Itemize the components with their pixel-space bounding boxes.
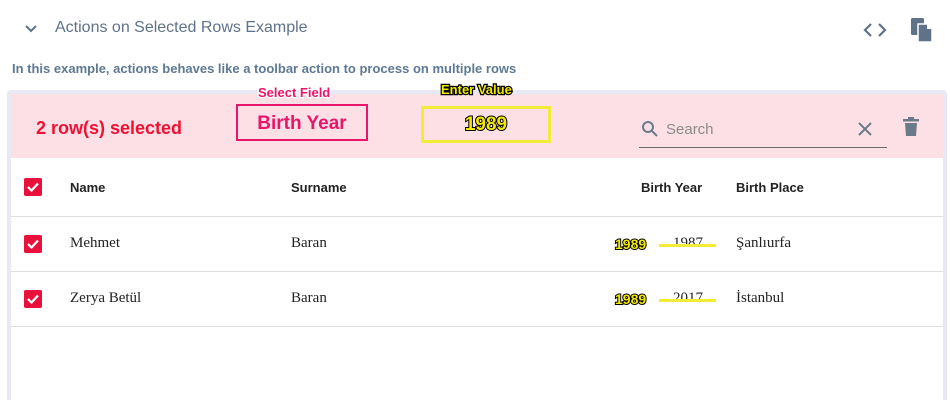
cell-surname: Baran [291, 290, 327, 306]
example-header: Actions on Selected Rows Example [0, 0, 950, 58]
row-checkbox[interactable] [24, 235, 42, 253]
search-box [639, 114, 887, 148]
selected-count: 2 row(s) selected [36, 118, 183, 138]
example-description: In this example, actions behaves like a … [12, 61, 517, 76]
cell-surname: Baran [291, 235, 327, 251]
column-header-surname[interactable]: Surname [291, 180, 347, 195]
copy-icon[interactable] [910, 17, 934, 43]
select-all-checkbox[interactable] [24, 178, 42, 196]
row-checkbox[interactable] [24, 290, 42, 308]
cell-name: Zerya Betül [70, 290, 142, 306]
column-header-name[interactable]: Name [70, 180, 105, 195]
search-icon [642, 121, 658, 137]
page: Actions on Selected Rows Example In this… [0, 0, 950, 400]
cell-birth-year-new: 1989 [614, 290, 647, 308]
table-row[interactable]: Mehmet Baran 1987 1989 Şanlıurfa [11, 217, 943, 272]
enter-value-field[interactable]: 1989 [421, 106, 551, 143]
table-card: 2 row(s) selected Birth Year Select Fiel… [7, 81, 947, 400]
code-icon[interactable] [862, 19, 888, 41]
cell-birth-place: İstanbul [736, 290, 785, 306]
table-row[interactable]: Zerya Betül Baran 2017 1989 İstanbul [11, 272, 943, 327]
cell-birth-place: Şanlıurfa [736, 235, 791, 251]
close-icon[interactable] [857, 121, 873, 137]
cell-name: Mehmet [70, 235, 120, 251]
cell-birth-year-new: 1989 [614, 235, 647, 253]
enter-value-value: 1989 [464, 113, 508, 136]
chevron-down-icon[interactable] [22, 20, 40, 38]
select-field[interactable]: Birth Year [236, 104, 368, 141]
strikethrough-mark [659, 299, 716, 302]
enter-value-annotation: Enter Value [440, 81, 513, 99]
selection-toolbar: 2 row(s) selected Birth Year Select Fiel… [11, 81, 943, 158]
search-input[interactable] [666, 117, 846, 141]
delete-icon[interactable] [903, 117, 919, 137]
select-field-value: Birth Year [257, 113, 347, 134]
select-field-annotation: Select Field [257, 84, 332, 102]
column-header-birth-place[interactable]: Birth Place [736, 180, 804, 195]
example-title: Actions on Selected Rows Example [55, 19, 308, 36]
table-container: 2 row(s) selected Birth Year Select Fiel… [11, 81, 943, 400]
strikethrough-mark [659, 244, 716, 247]
table-header: Name Surname Birth Year Birth Place [11, 158, 943, 217]
column-header-birth-year[interactable]: Birth Year [641, 180, 702, 195]
